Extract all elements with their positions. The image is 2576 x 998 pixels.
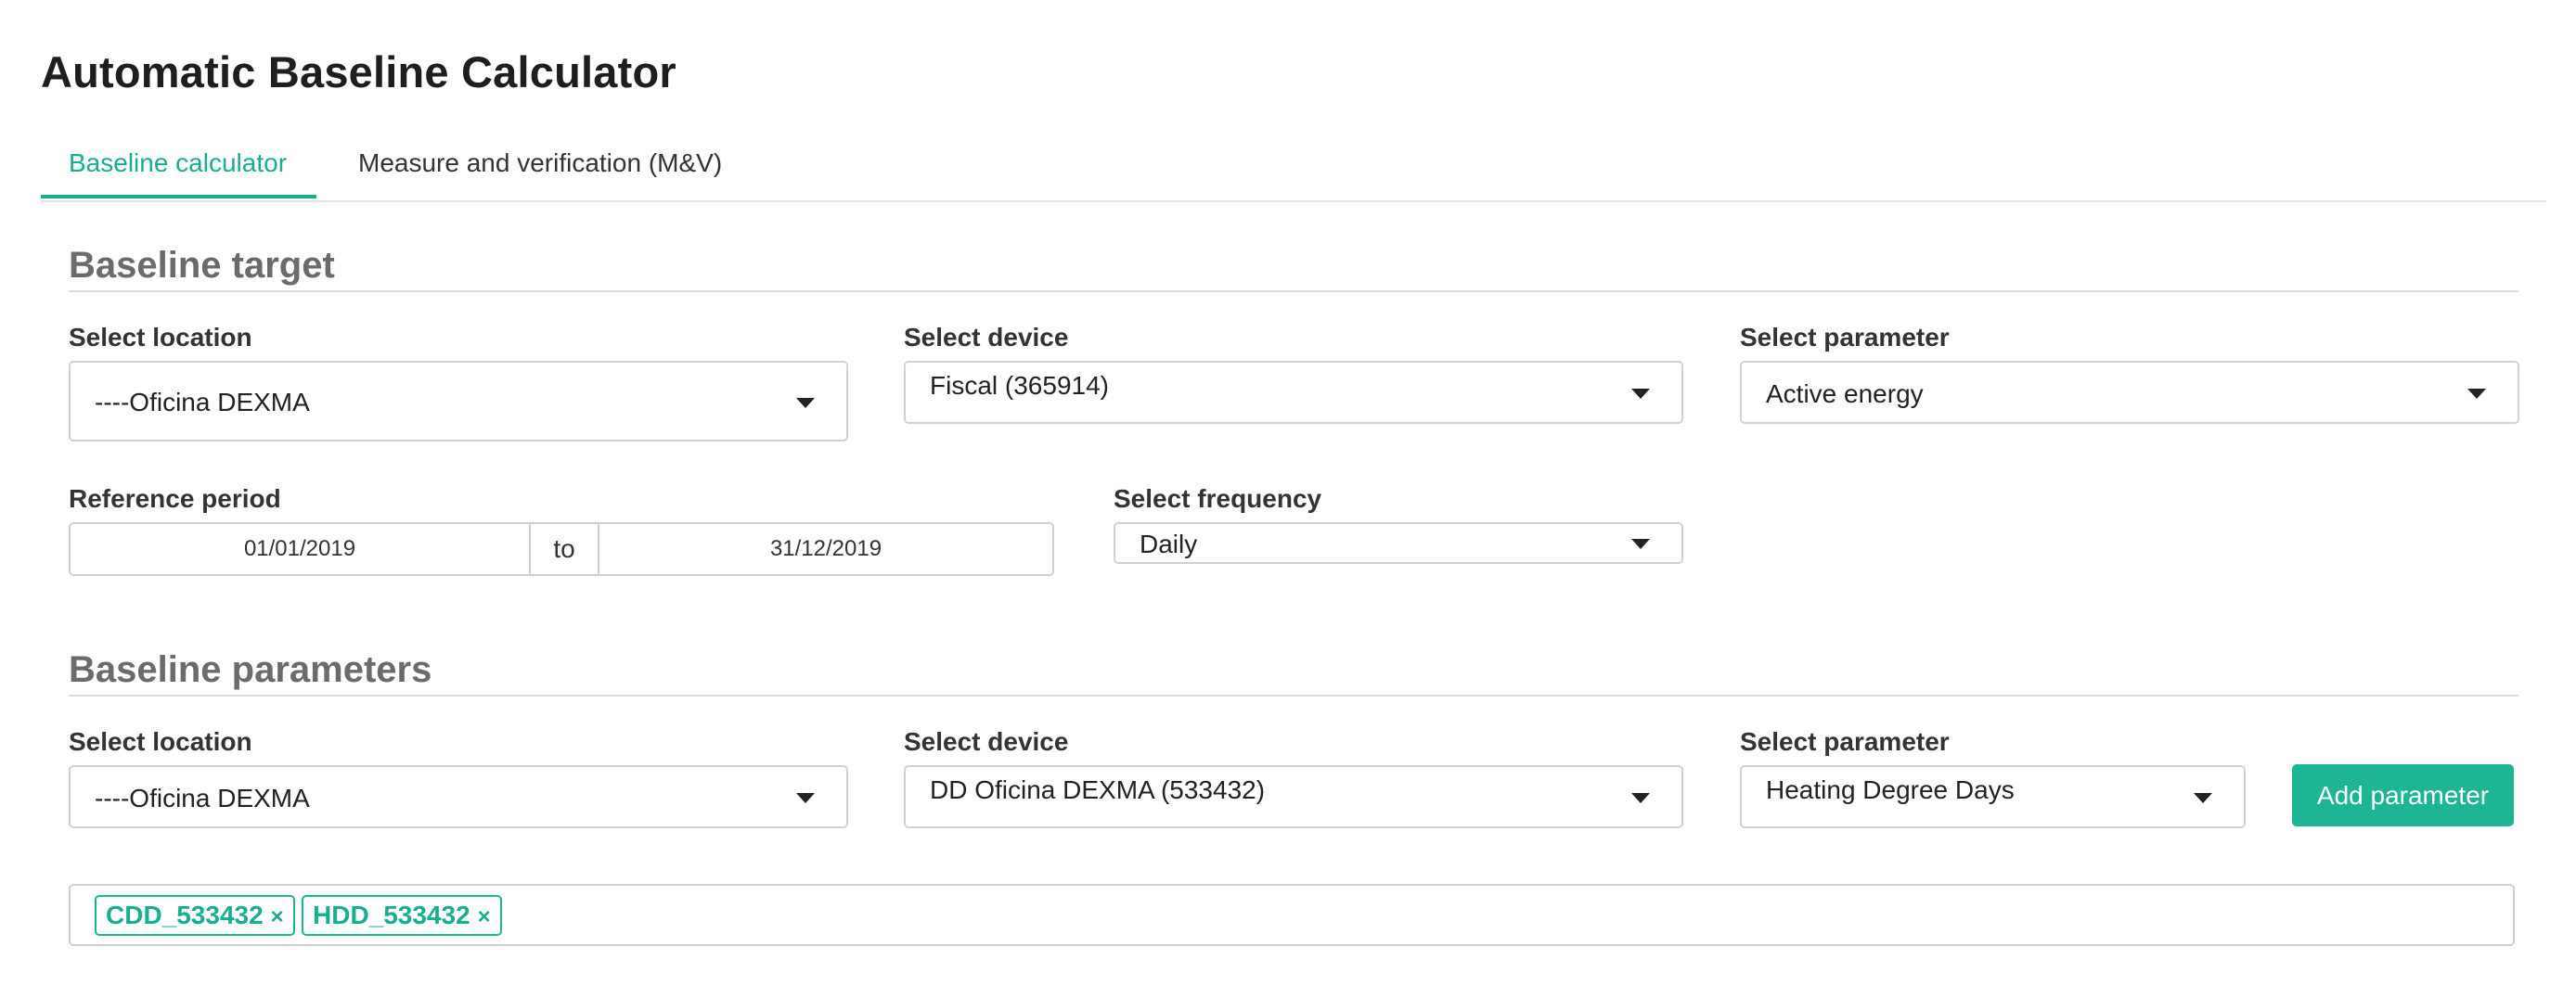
baseline-parameters-heading: Baseline parameters	[69, 649, 2518, 697]
parameter-tag-hdd: HDD_533432 ×	[302, 895, 502, 936]
reference-period-to-input[interactable]: 31/12/2019	[599, 524, 1052, 574]
page-title: Automatic Baseline Calculator	[41, 47, 676, 96]
parameter-tag-cdd: CDD_533432 ×	[95, 895, 295, 936]
target-device-label: Select device	[904, 323, 1069, 352]
target-location-select[interactable]: ----Oficina DEXMA	[69, 361, 848, 441]
parameter-tags-box[interactable]: CDD_533432 × HDD_533432 ×	[69, 884, 2515, 946]
reference-period-separator: to	[529, 524, 599, 574]
tab-bar: Baseline calculator Measure and verifica…	[41, 130, 2546, 202]
chevron-down-icon	[1631, 539, 1650, 549]
param-location-label: Select location	[69, 727, 252, 756]
reference-period-label: Reference period	[69, 484, 281, 513]
param-location-select[interactable]: ----Oficina DEXMA	[69, 765, 848, 828]
chevron-down-icon	[2467, 389, 2486, 399]
tab-measure-and-verification[interactable]: Measure and verification (M&V)	[330, 130, 750, 198]
target-device-value: Fiscal (365914)	[930, 371, 1109, 400]
param-device-label: Select device	[904, 727, 1069, 756]
remove-tag-icon[interactable]: ×	[478, 904, 491, 929]
frequency-select[interactable]: Daily	[1114, 522, 1683, 564]
chevron-down-icon	[796, 793, 815, 803]
target-device-select[interactable]: Fiscal (365914)	[904, 361, 1683, 424]
parameter-tag-label: HDD_533432	[313, 901, 470, 929]
frequency-label: Select frequency	[1114, 484, 1322, 513]
target-parameter-select[interactable]: Active energy	[1740, 361, 2519, 424]
frequency-value: Daily	[1140, 530, 1198, 558]
param-device-select[interactable]: DD Oficina DEXMA (533432)	[904, 765, 1683, 828]
add-parameter-button[interactable]: Add parameter	[2292, 764, 2514, 826]
chevron-down-icon	[796, 398, 815, 408]
param-parameter-label: Select parameter	[1740, 727, 1950, 756]
param-parameter-value: Heating Degree Days	[1766, 775, 2015, 804]
chevron-down-icon	[1631, 793, 1650, 803]
target-parameter-value: Active energy	[1766, 379, 1924, 408]
parameter-tag-label: CDD_533432	[106, 901, 264, 929]
chevron-down-icon	[2194, 793, 2212, 803]
chevron-down-icon	[1631, 389, 1650, 399]
target-parameter-label: Select parameter	[1740, 323, 1950, 352]
baseline-target-heading: Baseline target	[69, 245, 2518, 292]
reference-period-range: 01/01/2019 to 31/12/2019	[69, 522, 1054, 576]
target-location-value: ----Oficina DEXMA	[95, 388, 310, 416]
tab-baseline-calculator[interactable]: Baseline calculator	[41, 130, 316, 198]
param-device-value: DD Oficina DEXMA (533432)	[930, 775, 1266, 804]
param-location-value: ----Oficina DEXMA	[95, 784, 310, 812]
target-location-label: Select location	[69, 323, 252, 352]
param-parameter-select[interactable]: Heating Degree Days	[1740, 765, 2246, 828]
reference-period-from-input[interactable]: 01/01/2019	[71, 524, 529, 574]
remove-tag-icon[interactable]: ×	[271, 904, 284, 929]
